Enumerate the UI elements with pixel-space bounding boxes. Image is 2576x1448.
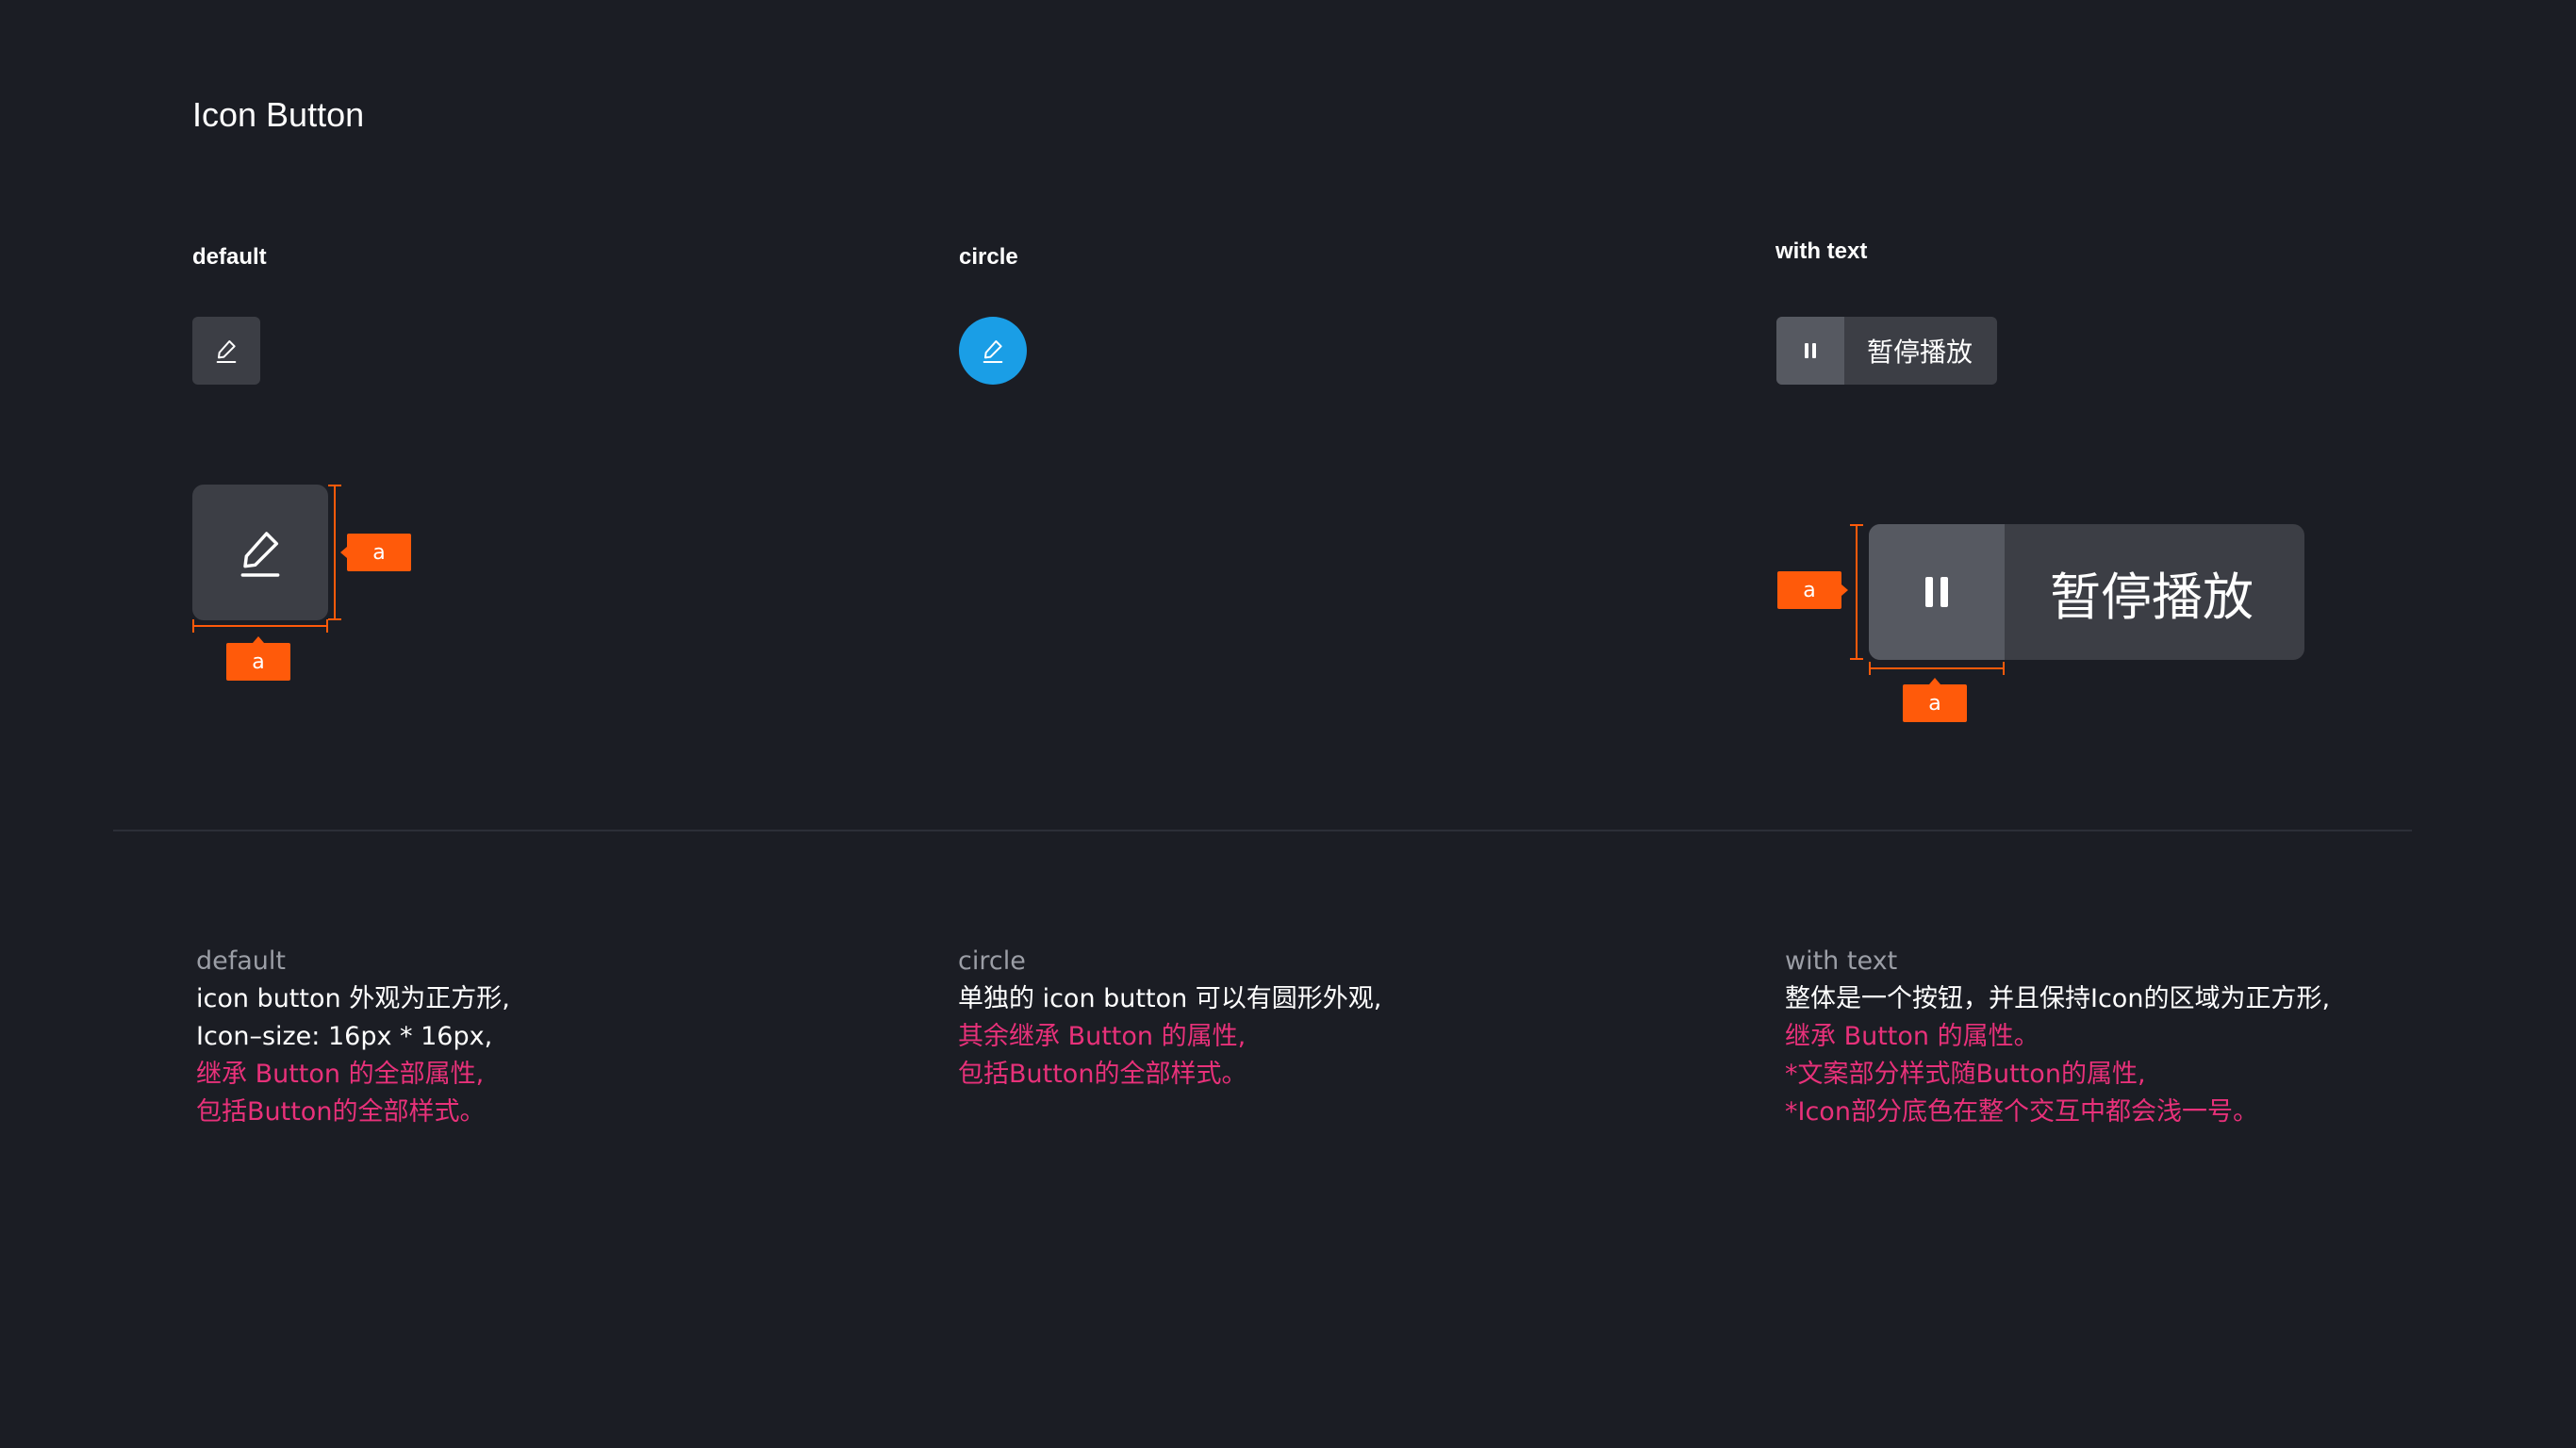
dimension-cap — [2003, 662, 2005, 675]
description-line: Icon–size: 16px * 16px, — [196, 1022, 493, 1051]
pencil-edit-icon — [240, 532, 280, 577]
description-line: 继承 Button 的属性。 — [1785, 1022, 2039, 1051]
with-text-icon-button[interactable]: 暂停播放 — [1776, 317, 1997, 385]
description-line: *Icon部分底色在整个交互中都会浅一号。 — [1785, 1097, 2258, 1127]
dimension-cap — [1869, 662, 1871, 675]
section-divider — [113, 830, 2412, 831]
pause-icon — [1805, 343, 1816, 358]
button-text: 暂停播放 — [2050, 567, 2254, 627]
dimension-tag: a — [1777, 571, 1848, 609]
circle-icon-button[interactable] — [959, 317, 1027, 385]
dimension-tag: a — [340, 534, 411, 571]
pause-icon — [1925, 577, 1948, 607]
dimension-tag: a — [1903, 678, 1967, 722]
description-title: circle — [958, 946, 1026, 976]
with-text-icon-button-spec: 暂停播放 — [1869, 524, 2304, 660]
section-label-circle: circle — [959, 244, 1018, 270]
page-title: Icon Button — [192, 95, 365, 134]
description-line: *文案部分样式随Button的属性, — [1785, 1060, 2146, 1089]
button-text: 暂停播放 — [1867, 337, 1973, 368]
dimension-cap — [328, 618, 341, 620]
description-line: icon button 外观为正方形, — [196, 984, 510, 1013]
description-title: with text — [1785, 946, 1898, 976]
button-icon-area — [1869, 524, 2005, 660]
default-icon-button[interactable] — [192, 317, 260, 385]
section-label-with-text: with text — [1775, 239, 1868, 264]
dimension-cap — [1850, 658, 1863, 660]
dimension-line-vertical — [334, 485, 336, 620]
button-icon-area — [1776, 317, 1844, 385]
description-title: default — [196, 946, 287, 976]
pencil-edit-icon — [216, 340, 237, 363]
description-line: 整体是一个按钮，并且保持Icon的区域为正方形, — [1785, 984, 2331, 1013]
description-default: default icon button 外观为正方形, Icon–size: 1… — [196, 943, 510, 1131]
description-circle: circle 单独的 icon button 可以有圆形外观, 其余继承 But… — [958, 943, 1381, 1094]
description-line: 继承 Button 的全部属性, — [196, 1060, 485, 1089]
description-line: 包括Button的全部样式。 — [196, 1097, 486, 1127]
description-line: 单独的 icon button 可以有圆形外观, — [958, 984, 1382, 1013]
dimension-cap — [326, 619, 328, 633]
section-label-default: default — [192, 244, 267, 270]
description-with-text: with text 整体是一个按钮，并且保持Icon的区域为正方形, 继承 Bu… — [1785, 943, 2330, 1131]
default-icon-button-spec — [192, 485, 328, 620]
description-line: 其余继承 Button 的属性, — [958, 1022, 1247, 1051]
dimension-line-vertical — [1856, 524, 1858, 660]
dimension-line-horizontal — [192, 625, 328, 627]
dimension-tag: a — [226, 636, 290, 681]
dimension-cap — [1850, 524, 1863, 526]
dimension-cap — [192, 619, 194, 633]
description-line: 包括Button的全部样式。 — [958, 1060, 1247, 1089]
pencil-edit-icon — [983, 340, 1003, 363]
dimension-cap — [328, 485, 341, 486]
dimension-line-horizontal — [1869, 667, 2005, 669]
